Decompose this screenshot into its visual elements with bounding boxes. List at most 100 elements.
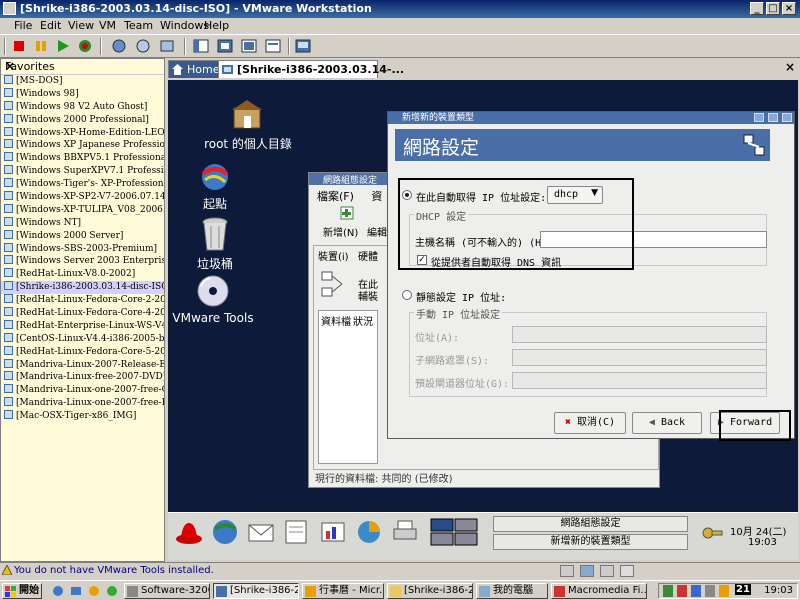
taskbar-button-vmware[interactable]: [Shrike-i386-2... [213,583,299,599]
favorite-item[interactable]: [Windows Server 2003 Enterprise Edit [1,255,164,268]
network-config-edit-button[interactable]: 編輯 [367,224,387,239]
favorite-item[interactable]: [Mac-OSX-Tiger-x86_IMG] [1,410,164,423]
outlook-quicklaunch-icon[interactable] [88,585,100,597]
devices-list[interactable]: 資料檔 狀況 [318,310,378,464]
favorite-item[interactable]: [Windows-XP-TULIPA_V08_2006.08 [1,203,164,217]
summary-view-icon[interactable] [264,38,282,54]
favorite-item[interactable]: [Windows 98 V2 Auto Ghost] [1,100,164,114]
tray-network-icon[interactable] [663,585,673,597]
favorite-item[interactable]: [Windows 2000 Server] [1,229,164,243]
network-device-icon[interactable] [620,565,634,577]
tab-hardware[interactable]: 硬體 [358,248,378,263]
column-status[interactable]: 狀況 [353,313,373,328]
favorite-item[interactable]: [Windows SuperXPV7.1 Professional] [1,165,164,178]
workspace-switcher[interactable] [430,517,480,547]
menu-vm[interactable]: VM [99,19,116,32]
full-screen-icon[interactable] [240,38,258,54]
add-device-dialog[interactable]: 新增新的裝置類型 網路設定 在此自動取得 IP 位址設定: dhcp ▼ DHC… [387,111,795,439]
favorite-item[interactable]: [Mandriva-Linux-one-2007-free-Gnor [1,384,164,397]
favorite-item[interactable]: [Windows 2000 Professional] [1,113,164,127]
menu-file[interactable]: File [14,19,32,32]
desktop-icon-trash[interactable]: 垃圾桶 [190,216,240,272]
favorite-item[interactable]: [RedHat-Linux-V8.0-2002] [1,268,164,281]
favorite-item[interactable]: [MS-DOS] [1,75,164,88]
snapshot-icon[interactable] [110,38,128,54]
desktop-icon-start[interactable]: 起點 [190,162,240,212]
reset-icon[interactable] [76,38,94,54]
usb-device-icon[interactable] [600,565,614,577]
gateway-input[interactable] [512,372,767,389]
ie-quicklaunch-icon[interactable] [52,585,64,597]
print-manager-icon[interactable] [390,517,420,547]
favorite-item[interactable]: [Windows-SBS-2003-Premium] [1,242,164,256]
taskbar-button-software[interactable]: Software-320G... [124,583,210,599]
dialog-maximize-icon[interactable] [768,113,778,122]
maximize-button[interactable]: □ [766,2,780,15]
menu-edit[interactable]: Edit [40,19,61,32]
menu-team[interactable]: Team [124,19,153,32]
tray-antivirus-icon[interactable] [677,585,687,597]
back-button[interactable]: ◀ Back [632,412,702,434]
close-button[interactable]: × [782,2,796,15]
tray-update-icon[interactable] [691,585,701,597]
favorite-item[interactable]: [RedHat-Linux-Fedora-Core-5-2006-i [1,345,164,359]
desktop-icon-vmware-tools[interactable]: VMware Tools [168,274,258,325]
menu-view[interactable]: View [68,19,94,32]
tab-active-vm[interactable]: [Shrike-i386-2003.03.14-... [218,60,404,78]
network-config-new-button[interactable]: 新增(N) [323,224,358,239]
favorite-item[interactable]: [Mandriva-Linux-one-2007-free-KDE [1,397,164,410]
guest-screen[interactable]: root 的個人目錄 起點 垃圾桶 VMware Tools 網路組態設定 檔案… [168,80,798,560]
favorite-item[interactable]: [Windows-XP-SP2-V7-2006.07.14_IS [1,191,164,204]
start-button[interactable]: 開始 [2,583,42,599]
tab-devices[interactable]: 裝置(i) [318,248,349,263]
tray-calendar-day[interactable]: 21 [735,584,751,595]
favorite-item[interactable]: [Windows-XP-Home-Edition-LEO] [1,126,164,140]
email-icon[interactable] [246,517,276,547]
favorite-item[interactable]: [Windows BBXPV5.1 Professional] [1,152,164,165]
favorite-item[interactable]: [CentOS-Linux-V4.4-i386-2005-bin1- [1,332,164,346]
vm-tools-message[interactable]: You do not have VMware Tools installed. [14,565,214,576]
column-profile[interactable]: 資料檔 [321,313,351,328]
favorite-item[interactable]: [Windows NT] [1,216,164,230]
suspend-icon[interactable] [32,38,50,54]
favorite-item[interactable]: [Windows-Tiger's- XP-Professional-20 [1,178,164,191]
favorite-item[interactable]: [RedHat-Enterprise-Linux-WS-V4.0-2 [1,319,164,333]
taskbar-button-folder[interactable]: [Shrike-i386-2... [387,583,473,599]
quick-switch-icon[interactable] [216,38,234,54]
subnet-input[interactable] [512,349,767,366]
favorite-item[interactable]: [Shrike-i386-2003.03.14-disc-ISO] [1,281,164,295]
tray-ime-icon[interactable] [719,585,729,597]
power-on-icon[interactable] [54,38,72,54]
revert-icon[interactable] [134,38,152,54]
redhat-menu-icon[interactable] [174,517,204,547]
calc-icon[interactable] [354,517,384,547]
console-view-icon[interactable] [294,38,312,54]
media-quicklaunch-icon[interactable] [106,585,118,597]
favorite-item[interactable]: [RedHat-Linux-Fedora-Core-2-2004] [1,294,164,307]
tab-close-button[interactable]: × [785,60,795,74]
guest-task-add-device[interactable]: 新增新的裝置類型 [493,534,688,550]
show-sidebar-icon[interactable] [192,38,210,54]
taskbar-button-my-computer[interactable]: 我的電腦 [476,583,548,599]
favorite-item[interactable]: [Windows 98] [1,87,164,101]
network-config-menu-file[interactable]: 檔案(F) [317,190,354,203]
menu-windows[interactable]: Windows [160,19,209,32]
dialog-minimize-icon[interactable] [754,113,764,122]
web-browser-icon[interactable] [210,517,240,547]
taskbar-button-calendar[interactable]: 行事曆 - Micr... [302,583,384,599]
dialog-close-icon[interactable] [782,113,792,122]
address-input[interactable] [512,326,767,343]
favorite-item[interactable]: [RedHat-Linux-Fedora-Core-4-2005] [1,307,164,320]
cd-device-icon[interactable] [560,565,574,577]
taskbar-button-macromedia[interactable]: Macromedia Fi... [551,583,647,599]
guest-task-network-config[interactable]: 網路組態設定 [493,516,688,532]
writer-icon[interactable] [282,517,312,547]
snapshot-manager-icon[interactable] [158,38,176,54]
cancel-button[interactable]: ✖ 取消(C) [554,412,626,434]
favorite-item[interactable]: [Mandriva-Linux-free-2007-DVD] [1,371,164,384]
impress-icon[interactable] [318,517,348,547]
show-desktop-quicklaunch-icon[interactable] [70,585,82,597]
favorite-item[interactable]: [Mandriva-Linux-2007-Release-Eng-C [1,358,164,372]
network-config-menu-other[interactable]: 資 [371,190,382,203]
key-icon[interactable] [700,521,724,545]
